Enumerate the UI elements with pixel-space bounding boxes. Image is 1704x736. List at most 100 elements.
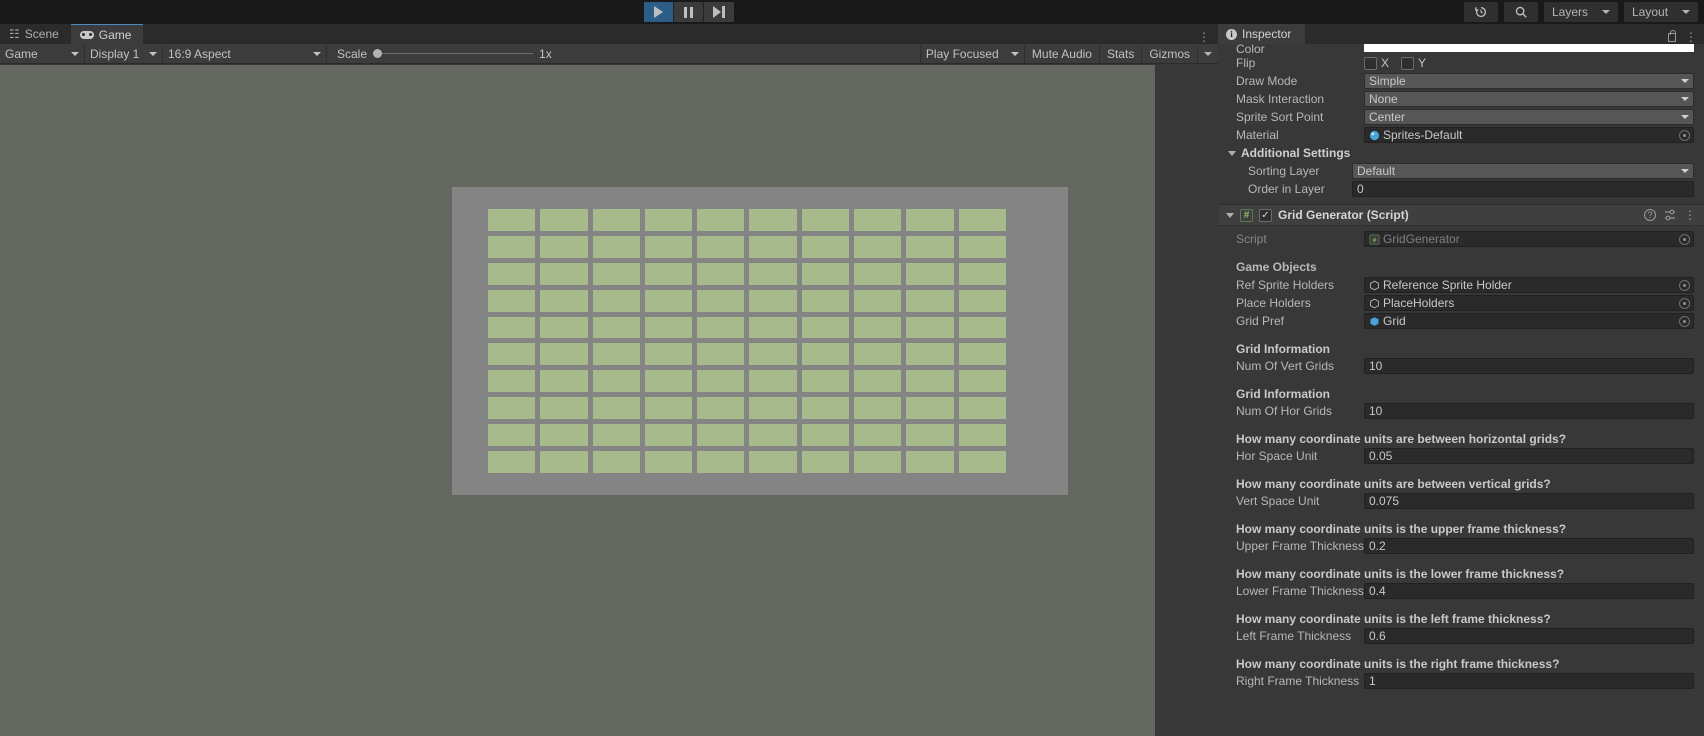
grid-cell[interactable] [488,424,535,446]
object-picker-button[interactable] [1679,298,1690,309]
preset-icon[interactable] [1664,209,1676,221]
object-picker-button[interactable] [1679,280,1690,291]
grid-cell[interactable] [959,209,1006,231]
grid-cell[interactable] [540,370,587,392]
grid-cell[interactable] [802,370,849,392]
property-input[interactable]: 0.075 [1364,493,1694,509]
grid-cell[interactable] [906,343,953,365]
grid-cell[interactable] [488,397,535,419]
grid-pref-object-field[interactable]: Grid [1364,313,1694,329]
grid-cell[interactable] [593,370,640,392]
grid-cell[interactable] [854,343,901,365]
grid-cell[interactable] [488,451,535,473]
grid-cell[interactable] [749,424,796,446]
grid-cell[interactable] [749,397,796,419]
grid-cell[interactable] [749,236,796,258]
tab-game[interactable]: Game [71,24,144,44]
grid-cell[interactable] [540,451,587,473]
ref-sprite-holders-object-field[interactable]: Reference Sprite Holder [1364,277,1694,293]
grid-cell[interactable] [802,290,849,312]
grid-cell[interactable] [697,343,744,365]
grid-cell[interactable] [854,397,901,419]
grid-cell[interactable] [697,209,744,231]
grid-cell[interactable] [959,236,1006,258]
grid-cell[interactable] [540,236,587,258]
property-input[interactable]: 0.2 [1364,538,1694,554]
inspector-menu-button[interactable]: ⋮ [1685,30,1697,44]
grid-cell[interactable] [749,263,796,285]
grid-cell[interactable] [488,370,535,392]
property-input[interactable]: 10 [1364,403,1694,419]
grid-cell[interactable] [906,236,953,258]
grid-cell[interactable] [802,317,849,339]
grid-cell[interactable] [906,451,953,473]
component-enabled-checkbox[interactable]: ✓ [1259,209,1272,222]
grid-cell[interactable] [593,343,640,365]
grid-cell[interactable] [540,424,587,446]
stats-button[interactable]: Stats [1099,45,1141,63]
grid-cell[interactable] [488,290,535,312]
grid-cell[interactable] [645,424,692,446]
place-holders-object-field[interactable]: PlaceHolders [1364,295,1694,311]
grid-cell[interactable] [854,370,901,392]
target-display-dropdown[interactable]: Game [0,45,85,63]
flip-y-checkbox[interactable] [1401,57,1414,70]
draw-mode-dropdown[interactable]: Simple [1364,73,1694,89]
grid-cell[interactable] [959,263,1006,285]
grid-cell[interactable] [645,209,692,231]
layers-dropdown[interactable]: Layers [1544,2,1618,22]
grid-cell[interactable] [593,263,640,285]
grid-cell[interactable] [645,263,692,285]
grid-cell[interactable] [959,290,1006,312]
grid-cell[interactable] [697,236,744,258]
grid-cell[interactable] [697,290,744,312]
property-input[interactable]: 0.4 [1364,583,1694,599]
grid-cell[interactable] [959,424,1006,446]
grid-cell[interactable] [540,317,587,339]
grid-cell[interactable] [697,263,744,285]
order-in-layer-input[interactable]: 0 [1352,181,1694,197]
grid-cell[interactable] [540,290,587,312]
grid-cell[interactable] [697,424,744,446]
grid-cell[interactable] [593,397,640,419]
grid-cell[interactable] [854,317,901,339]
property-input[interactable]: 1 [1364,673,1694,689]
grid-cell[interactable] [540,343,587,365]
gizmos-button[interactable]: Gizmos [1141,45,1197,63]
color-swatch[interactable] [1364,44,1694,52]
grid-cell[interactable] [802,343,849,365]
slider-handle[interactable] [373,49,382,58]
grid-cell[interactable] [697,451,744,473]
grid-cell[interactable] [697,317,744,339]
grid-generator-component-header[interactable]: # ✓ Grid Generator (Script) ? ⋮ [1218,204,1704,226]
grid-cell[interactable] [802,451,849,473]
grid-cell[interactable] [906,290,953,312]
grid-cell[interactable] [854,236,901,258]
grid-cell[interactable] [854,451,901,473]
grid-cell[interactable] [802,397,849,419]
flip-x-checkbox[interactable] [1364,57,1377,70]
grid-cell[interactable] [645,236,692,258]
grid-cell[interactable] [906,424,953,446]
grid-cell[interactable] [802,209,849,231]
grid-cell[interactable] [593,209,640,231]
grid-cell[interactable] [645,343,692,365]
property-input[interactable]: 0.05 [1364,448,1694,464]
grid-cell[interactable] [906,370,953,392]
game-panel-menu-button[interactable]: ⋮ [1190,30,1218,44]
grid-cell[interactable] [749,209,796,231]
help-icon[interactable]: ? [1644,209,1656,221]
aspect-dropdown[interactable]: 16:9 Aspect [163,45,327,63]
sorting-layer-dropdown[interactable]: Default [1352,163,1694,179]
grid-cell[interactable] [749,343,796,365]
grid-cell[interactable] [906,263,953,285]
gizmos-dropdown[interactable] [1197,45,1218,63]
grid-cell[interactable] [959,370,1006,392]
additional-settings-header[interactable]: Additional Settings [1218,144,1704,162]
grid-cell[interactable] [540,209,587,231]
object-picker-button[interactable] [1679,234,1690,245]
search-button[interactable] [1504,2,1538,22]
display-dropdown[interactable]: Display 1 [85,45,163,63]
grid-cell[interactable] [540,397,587,419]
property-input[interactable]: 0.6 [1364,628,1694,644]
